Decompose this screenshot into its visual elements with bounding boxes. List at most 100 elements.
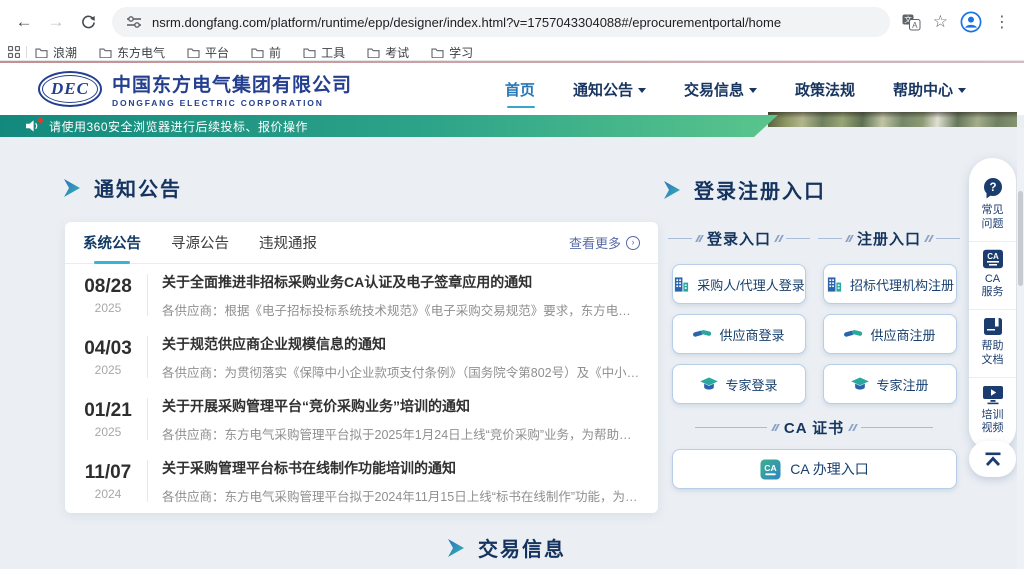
agency-register-button[interactable]: 招标代理机构注册 (823, 264, 957, 304)
folder-icon (431, 47, 444, 58)
bookmark-folder-qian[interactable]: 前 (251, 44, 281, 61)
bookmark-folder-gongju[interactable]: 工具 (303, 44, 345, 61)
svg-text:A: A (912, 20, 918, 29)
chevron-down-icon (638, 88, 646, 93)
nav-item-notices[interactable]: 通知公告 (573, 73, 646, 106)
url-text: nsrm.dongfang.com/platform/runtime/epp/d… (152, 15, 781, 30)
nav-item-policies[interactable]: 政策法规 (795, 73, 855, 106)
bookmark-folder-langchao[interactable]: 浪潮 (35, 44, 77, 61)
chevron-down-icon (749, 88, 757, 93)
notice-date: 04/03 2025 (79, 338, 137, 377)
notice-date: 11/07 2024 (79, 462, 137, 501)
ca-certificate-header: CA 证书 (664, 417, 964, 438)
dec-logo-icon: DEC (38, 71, 102, 107)
folder-icon (187, 47, 200, 58)
purchaser-agent-login-button[interactable]: 采购人/代理人登录 (672, 264, 806, 304)
divider (26, 46, 27, 58)
notice-summary: 各供应商：东方电气采购管理平台拟于2025年1月24日上线“竞价采购”业务，为帮… (162, 424, 640, 443)
hero-banner-image (768, 112, 1017, 127)
bookmarks-bar: 浪潮 东方电气 平台 前 工具 考试 学习 (0, 44, 1024, 61)
svg-text:CA: CA (987, 252, 999, 261)
video-player-icon (982, 385, 1004, 405)
page-scrollbar[interactable] (1017, 128, 1024, 569)
bookmark-star-button[interactable]: ☆ (933, 12, 948, 32)
ca-apply-button[interactable]: CA CA 办理入口 (672, 449, 957, 489)
translate-button[interactable]: 文 A (902, 14, 921, 31)
supplier-login-button[interactable]: 供应商登录 (672, 314, 806, 354)
handshake-icon (693, 327, 712, 341)
expert-register-button[interactable]: 专家注册 (823, 364, 957, 404)
faq-tool[interactable]: ? 常见问题 (969, 170, 1016, 241)
building-icon (826, 276, 843, 293)
help-docs-tool[interactable]: 帮助文档 (969, 309, 1016, 377)
forward-button[interactable]: → (42, 8, 70, 36)
chevron-down-icon (958, 88, 966, 93)
tab-violation-reports[interactable]: 违规通报 (259, 222, 317, 264)
tab-sourcing-notices[interactable]: 寻源公告 (171, 222, 229, 264)
register-entry-header: 注册入口 (814, 228, 964, 249)
site-header: DEC 中国东方电气集团有限公司 DONGFANG ELECTRIC CORPO… (0, 63, 1024, 115)
bookmark-folder-kaoshi[interactable]: 考试 (367, 44, 409, 61)
notice-title: 关于全面推进非招标采购业务CA认证及电子签章应用的通知 (162, 272, 640, 292)
ribbon-text: 请使用360安全浏览器进行后续投标、报价操作 (49, 118, 308, 135)
floating-toolbar: ? 常见问题 CA CA服务 帮助文档 (969, 158, 1016, 451)
question-bubble-icon: ? (982, 177, 1004, 200)
login-section-title: 登录注册入口 (660, 175, 826, 204)
notice-row[interactable]: 08/28 2025 关于全面推进非招标采购业务CA认证及电子签章应用的通知 各… (65, 264, 658, 326)
bookmark-folder-dongfang[interactable]: 东方电气 (99, 44, 165, 61)
speaker-icon (26, 120, 40, 132)
building-icon (673, 276, 690, 293)
notice-row[interactable]: 11/07 2024 关于采购管理平台标书在线制作功能培训的通知 各供应商：东方… (65, 450, 658, 512)
folder-icon (367, 47, 380, 58)
notice-title: 关于开展采购管理平台“竞价采购业务”培训的通知 (162, 396, 640, 416)
notice-row[interactable]: 01/21 2025 关于开展采购管理平台“竞价采购业务”培训的通知 各供应商：… (65, 388, 658, 450)
bookmark-folder-xuexi[interactable]: 学习 (431, 44, 473, 61)
profile-button[interactable] (960, 11, 982, 33)
nav-item-trade-info[interactable]: 交易信息 (684, 73, 757, 106)
active-tab-underline (94, 261, 130, 264)
apps-grid-icon[interactable] (8, 46, 20, 58)
login-register-buttons: 采购人/代理人登录 招标代理机构注册 供应商登录 (672, 264, 957, 404)
divider (147, 336, 148, 378)
notice-summary: 各供应商：东方电气采购管理平台拟于2024年11月15日上线“标书在线制作”功能… (162, 486, 640, 505)
back-to-top-button[interactable] (969, 441, 1016, 477)
nav-item-home[interactable]: 首页 (505, 73, 535, 106)
company-name-en: DONGFANG ELECTRIC CORPORATION (112, 98, 352, 108)
announcements-section-title: 通知公告 (60, 173, 182, 202)
login-entry-header: 登录入口 (664, 228, 814, 249)
address-bar[interactable]: nsrm.dongfang.com/platform/runtime/epp/d… (112, 7, 890, 37)
reload-button[interactable] (74, 8, 102, 36)
site-logo[interactable]: DEC 中国东方电气集团有限公司 DONGFANG ELECTRIC CORPO… (38, 70, 352, 108)
chevron-right-circle-icon: › (626, 236, 640, 250)
folder-icon (303, 47, 316, 58)
divider (147, 398, 148, 440)
translate-icon: 文 A (902, 14, 921, 31)
nav-item-help-center[interactable]: 帮助中心 (893, 73, 966, 106)
site-settings-icon[interactable] (126, 15, 142, 29)
document-icon (982, 317, 1004, 336)
announcements-tabs: 系统公告 寻源公告 违规通报 查看更多 › (65, 222, 658, 264)
view-more-link[interactable]: 查看更多 › (569, 233, 640, 252)
notice-title: 关于规范供应商企业规模信息的通知 (162, 334, 640, 354)
section-arrow-icon (60, 177, 82, 199)
page-content: DEC 中国东方电气集团有限公司 DONGFANG ELECTRIC CORPO… (0, 63, 1024, 569)
browser-menu-button[interactable]: ⋮ (994, 12, 1010, 32)
notice-row[interactable]: 04/03 2025 关于规范供应商企业规模信息的通知 各供应商：为贯彻落实《保… (65, 326, 658, 388)
graduation-cap-icon (700, 377, 718, 392)
section-arrow-icon (444, 537, 466, 559)
company-name: 中国东方电气集团有限公司 (112, 70, 352, 97)
handshake-icon (844, 327, 863, 341)
svg-text:?: ? (989, 182, 996, 194)
scrollbar-thumb[interactable] (1018, 191, 1023, 286)
announcements-card: 系统公告 寻源公告 违规通报 查看更多 › 08/28 2025 关于全面推进非… (65, 222, 658, 513)
back-button[interactable]: ← (10, 8, 38, 36)
training-video-tool[interactable]: 培训视频 (969, 377, 1016, 446)
bookmark-folder-pingtai[interactable]: 平台 (187, 44, 229, 61)
tab-system-notices[interactable]: 系统公告 (83, 222, 141, 264)
reload-icon (81, 15, 96, 30)
ca-service-tool[interactable]: CA CA服务 (969, 241, 1016, 310)
supplier-register-button[interactable]: 供应商注册 (823, 314, 957, 354)
notice-date: 08/28 2025 (79, 276, 137, 315)
expert-login-button[interactable]: 专家登录 (672, 364, 806, 404)
notification-dot (38, 118, 43, 123)
